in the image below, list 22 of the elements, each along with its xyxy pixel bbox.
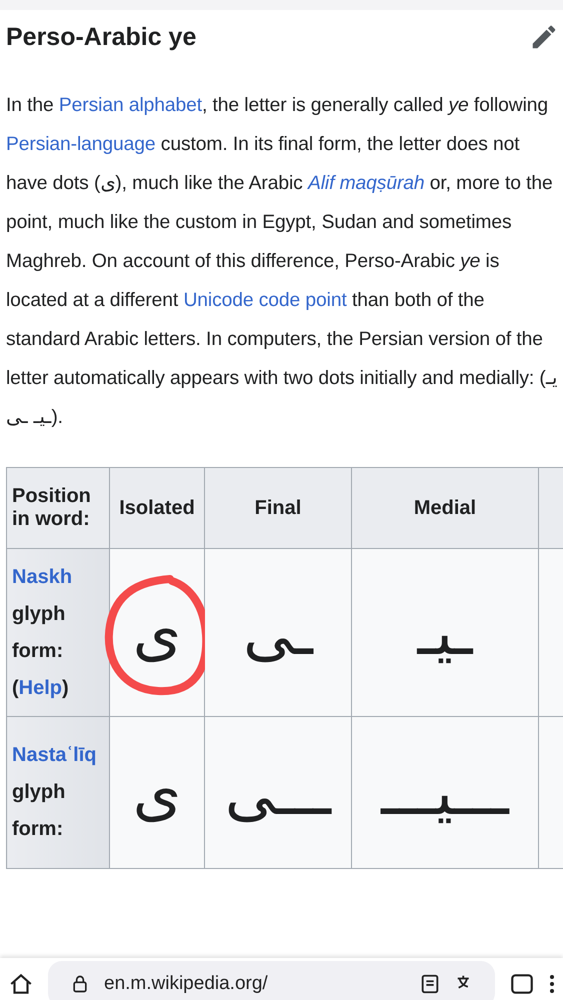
glyph-cell: ـــی	[204, 716, 352, 868]
inline-link[interactable]: Persian-language	[6, 134, 156, 155]
column-header: Medial	[352, 468, 538, 548]
column-header: Final	[204, 468, 352, 548]
header-link[interactable]: Naskh	[12, 566, 72, 588]
row-header: Naskh glyph form: (Help)	[6, 548, 110, 716]
inline-link[interactable]: Unicode code point	[183, 290, 347, 311]
glyph-cell: ـیـ	[352, 548, 538, 716]
reader-icon[interactable]	[419, 973, 441, 995]
home-icon[interactable]	[8, 971, 34, 997]
column-header: Position in word:	[6, 468, 110, 548]
row-header: Nastaʿlīq glyph form:	[6, 716, 110, 868]
header-link[interactable]: Help	[18, 676, 62, 698]
address-bar[interactable]: en.m.wikipedia.org/	[48, 961, 495, 1000]
inline-link[interactable]: Persian alphabet	[58, 95, 202, 116]
glyph-cell: ی	[110, 716, 204, 868]
section-heading: Perso-Arabic ye	[6, 22, 196, 52]
glyph-cell: ـــیـــ	[352, 716, 538, 868]
header-link[interactable]: Nastaʿlīq	[12, 744, 96, 766]
glyph-cell: ـی	[204, 548, 352, 716]
inline-link[interactable]: Alif maqṣūrah	[308, 173, 425, 194]
column-header: Isolated	[110, 468, 204, 548]
